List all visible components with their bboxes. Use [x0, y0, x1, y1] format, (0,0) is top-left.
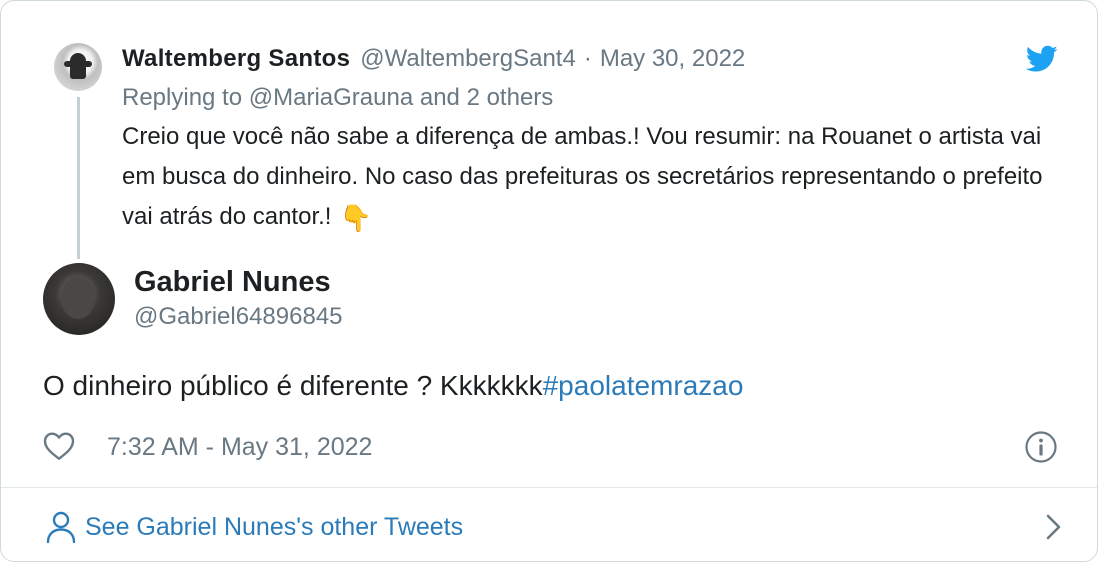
parent-author-avatar[interactable]	[54, 43, 102, 91]
hashtag-link[interactable]: #paolatemrazao	[543, 370, 744, 401]
parent-tweet-text: Creio que você não sabe a diferença de a…	[122, 117, 1062, 238]
tweet-timestamp[interactable]: 7:32 AM - May 31, 2022	[107, 433, 372, 462]
replying-mention[interactable]: @MariaGrauna	[249, 84, 413, 111]
info-icon[interactable]	[1024, 430, 1058, 464]
tweet-embed-card: Waltemberg Santos @WaltembergSant4 · May…	[0, 0, 1098, 562]
main-author-handle[interactable]: @Gabriel64896845	[134, 303, 343, 331]
parent-tweet-date[interactable]: May 30, 2022	[600, 45, 745, 73]
see-other-tweets-link[interactable]: See Gabriel Nunes's other Tweets	[45, 507, 1065, 547]
thread-connector-line	[77, 97, 80, 259]
main-tweet-body: O dinheiro público é diferente ? Kkkkkkk	[43, 370, 543, 401]
user-icon	[46, 511, 76, 544]
replying-to-line: Replying to @MariaGrauna and 2 others	[122, 84, 553, 112]
parent-author-name[interactable]: Waltemberg Santos	[122, 45, 350, 73]
pointing-down-emoji: 👇	[339, 202, 372, 233]
twitter-bird-icon[interactable]	[1026, 45, 1058, 73]
parent-tweet-header: Waltemberg Santos @WaltembergSant4 · May…	[122, 45, 745, 77]
chevron-right-icon[interactable]	[1043, 513, 1065, 541]
footer-divider	[1, 487, 1097, 488]
main-tweet-text: O dinheiro público é diferente ? Kkkkkkk…	[43, 370, 743, 402]
heart-icon[interactable]	[43, 431, 75, 461]
replying-others[interactable]: and 2 others	[413, 84, 553, 111]
parent-author-handle[interactable]: @WaltembergSant4	[360, 45, 576, 73]
main-author-name[interactable]: Gabriel Nunes	[134, 266, 331, 299]
avatar-face	[61, 277, 95, 319]
main-author-avatar[interactable]	[43, 263, 115, 335]
see-other-tweets-label[interactable]: See Gabriel Nunes's other Tweets	[85, 513, 463, 542]
avatar-figure-arms	[64, 61, 92, 67]
header-separator: ·	[583, 45, 592, 72]
replying-prefix: Replying to	[122, 84, 249, 111]
parent-tweet-body: Creio que você não sabe a diferença de a…	[122, 123, 1043, 230]
